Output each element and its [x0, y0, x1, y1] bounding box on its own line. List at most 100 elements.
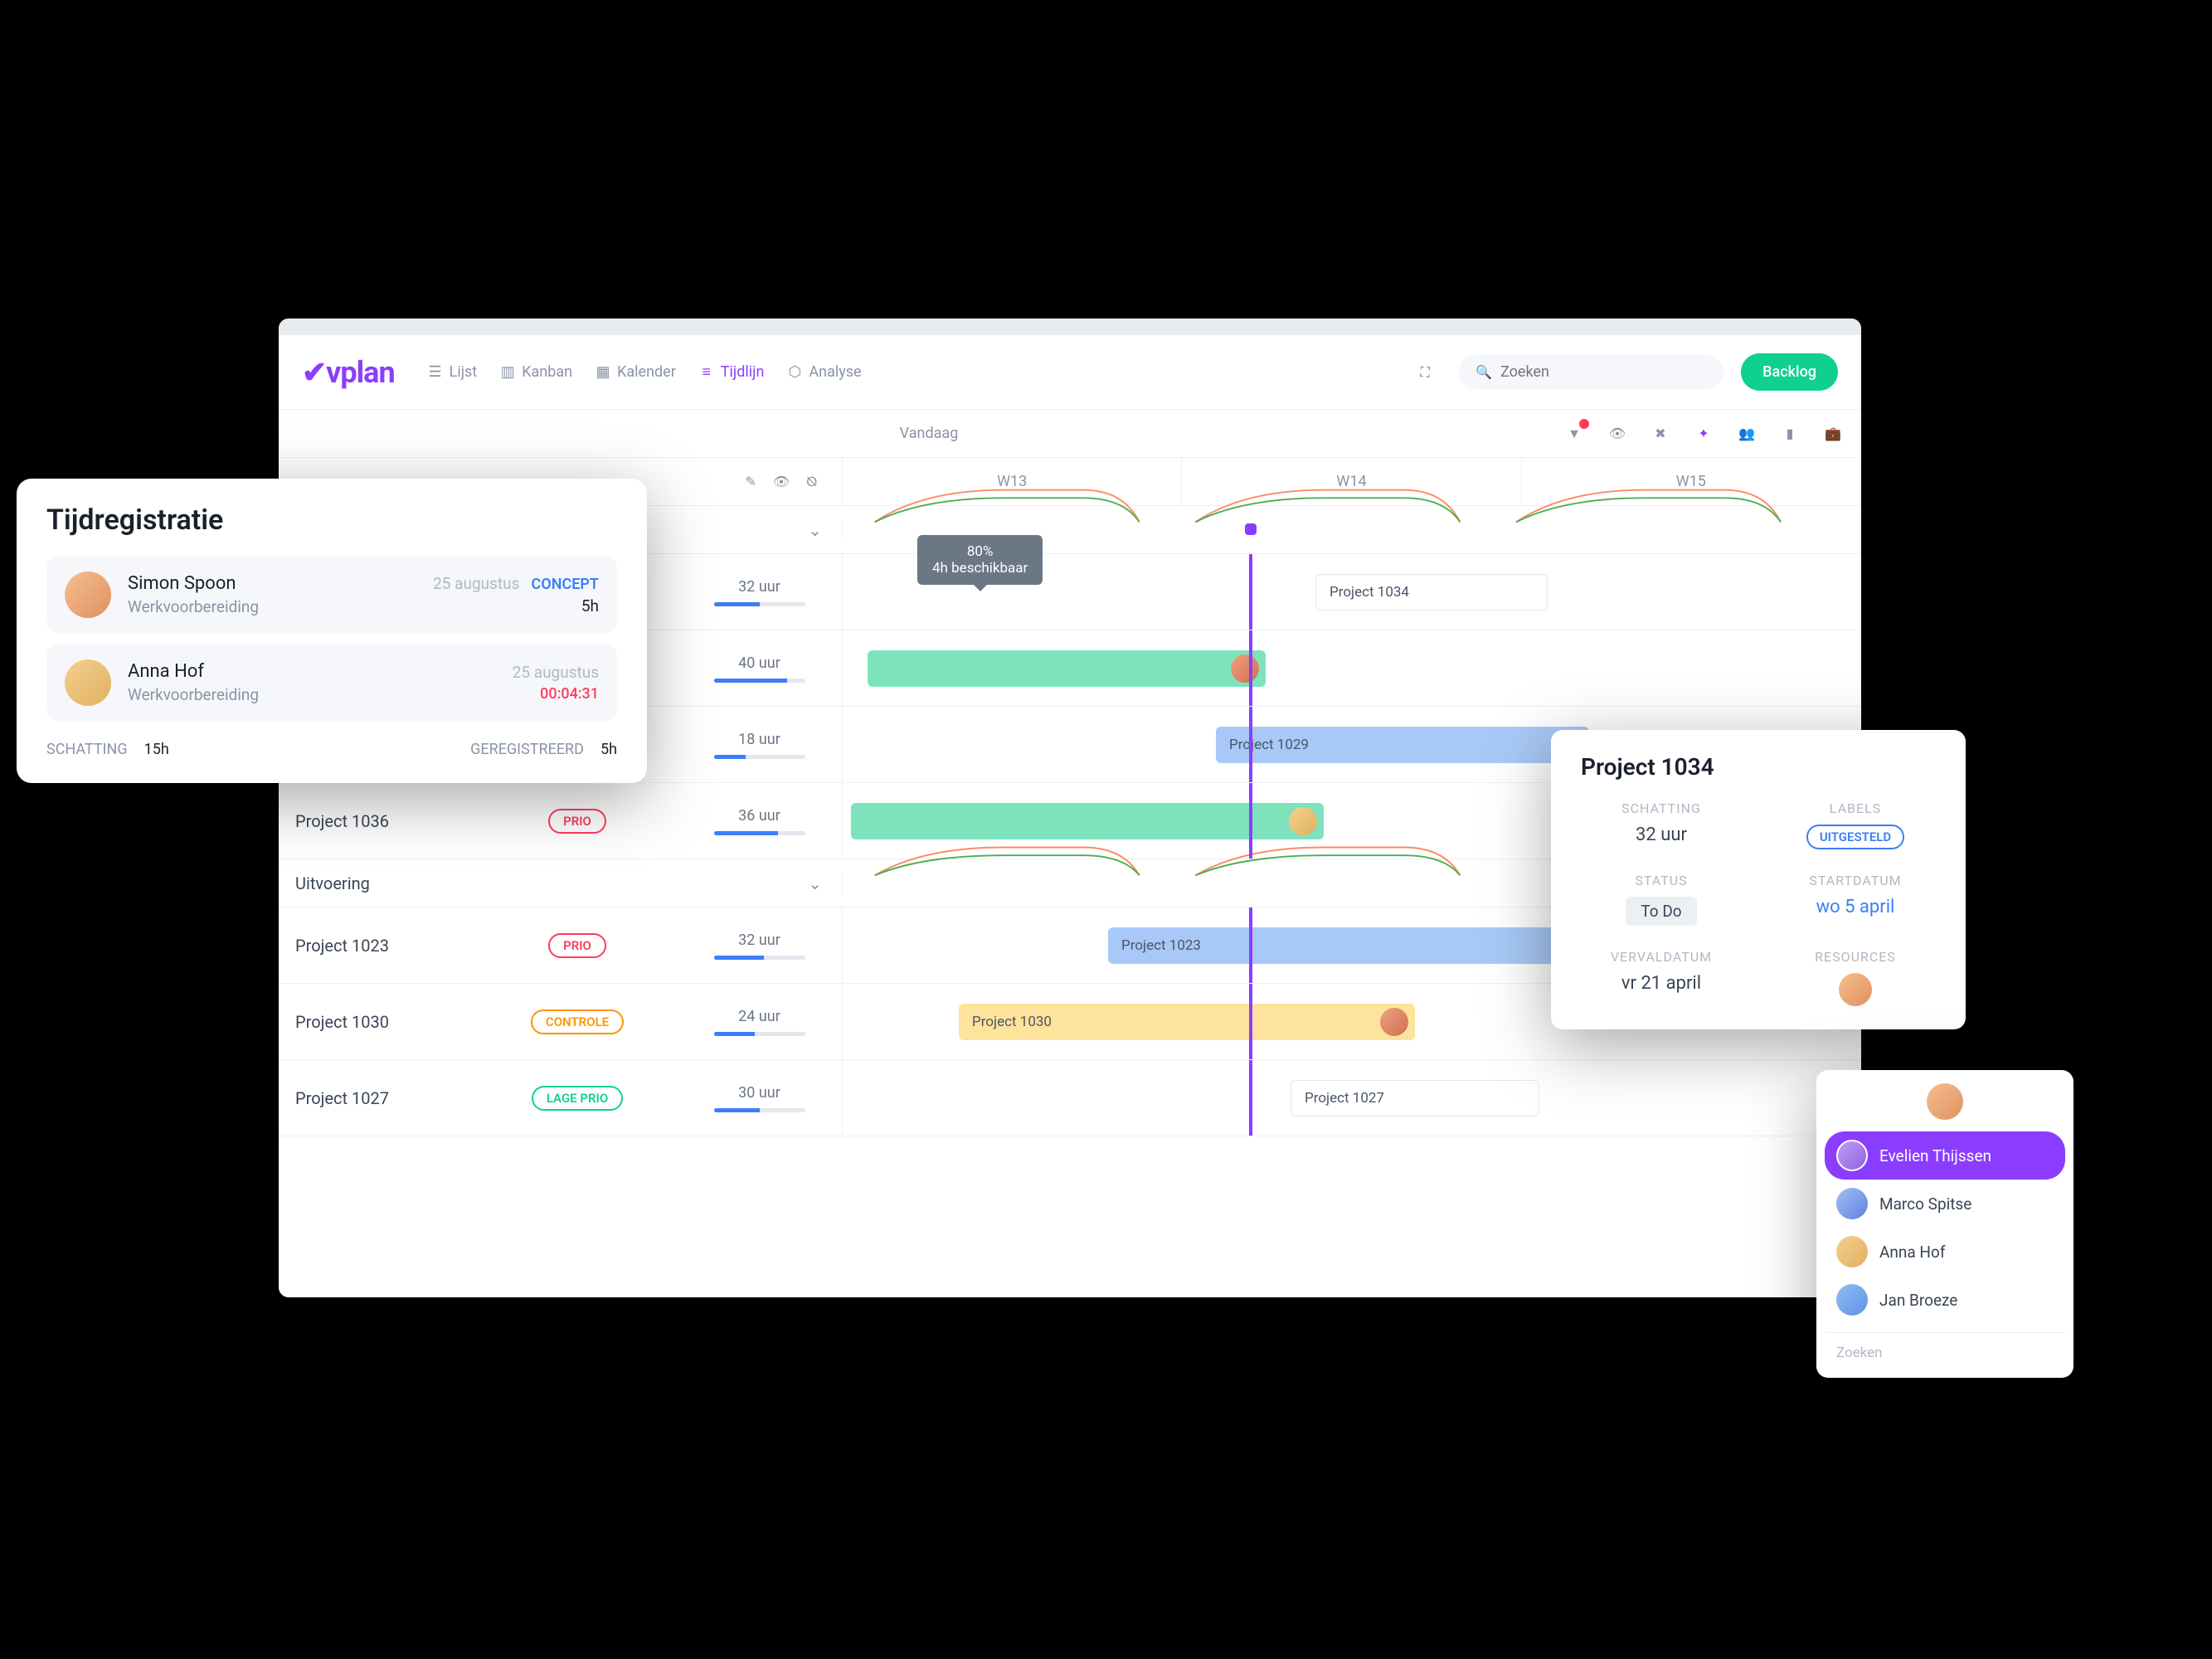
footer-estimate-value: 15h	[144, 741, 169, 758]
resource-avatar	[1289, 807, 1317, 835]
estimate-value: 32 uur	[738, 932, 780, 949]
picker-item[interactable]: Jan Broeze	[1825, 1276, 2065, 1324]
user-avatar	[65, 572, 111, 618]
tab-kanban[interactable]: ▥Kanban	[500, 363, 572, 381]
project-tag: PRIO	[548, 809, 606, 834]
briefcase-icon: 💼	[1825, 426, 1841, 441]
footer-registered-value: 5h	[600, 741, 617, 758]
expand-button[interactable]: ⛶	[1407, 355, 1442, 390]
picker-search[interactable]: Zoeken	[1825, 1332, 2065, 1365]
calendar-icon: ▦	[596, 365, 610, 380]
collapse-toggle[interactable]: ⌄	[808, 520, 822, 540]
tooltip-available: 4h beschikbaar	[932, 560, 1028, 577]
picker-item[interactable]: Anna Hof	[1825, 1228, 2065, 1276]
estimate-value: 32 uur	[738, 578, 780, 596]
detail-estimate-label: SCHATTING	[1581, 800, 1742, 816]
picker-item[interactable]: Marco Spitse	[1825, 1180, 2065, 1228]
chart-icon: ⬡	[787, 365, 802, 380]
user-avatar	[65, 659, 111, 706]
today-indicator	[1249, 554, 1252, 630]
gantt-bar-p1034[interactable]: Project 1034	[1315, 574, 1548, 611]
tab-lijst[interactable]: ☰Lijst	[428, 363, 478, 381]
filter-button[interactable]: ▼	[1563, 422, 1586, 445]
app-logo[interactable]: ✔vplan	[302, 355, 395, 390]
gantt-bar-p1029[interactable]: Project 1029	[1216, 727, 1589, 763]
gantt-bar-p1023[interactable]: Project 1023	[1108, 927, 1589, 964]
availability-tooltip: 80% 4h beschikbaar	[917, 535, 1043, 585]
entry-date: 25 augustus	[513, 663, 599, 682]
project-tag: PRIO	[548, 933, 606, 958]
archive-button[interactable]: ▮	[1778, 422, 1801, 445]
detail-status-label: STATUS	[1581, 873, 1742, 888]
gantt-bar[interactable]	[851, 803, 1324, 839]
detail-resources-label: RESOURCES	[1775, 949, 1936, 965]
puzzle-button[interactable]: ✦	[1692, 422, 1715, 445]
table-row: Project 1027 LAGE PRIO 30 uur Project 10…	[279, 1060, 1861, 1136]
puzzle-icon: ✦	[1698, 426, 1709, 441]
time-footer: SCHATTING 15h GEREGISTREERD 5h	[46, 732, 617, 758]
today-indicator	[1249, 707, 1252, 782]
detail-status-value[interactable]: To Do	[1626, 897, 1696, 926]
footer-estimate-label: SCHATTING	[46, 741, 128, 758]
estimate-value: 40 uur	[738, 654, 780, 672]
estimate-value: 30 uur	[738, 1084, 780, 1102]
today-label[interactable]: Vandaag	[295, 425, 1563, 442]
gantt-bar[interactable]	[868, 650, 1266, 687]
tab-kalender[interactable]: ▦Kalender	[596, 363, 676, 381]
briefcase-button[interactable]: 💼	[1821, 422, 1845, 445]
picker-name: Evelien Thijssen	[1879, 1146, 1991, 1165]
user-activity: Werkvoorbereiding	[128, 597, 416, 616]
selected-resource-avatar	[1927, 1083, 1963, 1120]
window-titlebar	[279, 319, 1861, 335]
resource-avatar	[1231, 654, 1259, 683]
project-name[interactable]: Project 1036	[279, 811, 478, 831]
people-button[interactable]: 👥	[1735, 422, 1758, 445]
detail-duedate-label: VERVALDATUM	[1581, 949, 1742, 965]
tab-tijdlijn[interactable]: ≡ Tijdlijn	[699, 363, 765, 381]
section-title: Uitvoering	[295, 873, 370, 893]
logo-text: vplan	[326, 355, 394, 390]
gantt-bar-p1027[interactable]: Project 1027	[1291, 1080, 1539, 1117]
hide-button[interactable]: ⦰	[806, 474, 817, 490]
tab-analyse[interactable]: ⬡Analyse	[787, 363, 861, 381]
expand-icon: ⛶	[1421, 364, 1430, 381]
footer-registered-label: GEREGISTREERD	[470, 741, 584, 758]
eye-icon: 👁	[1609, 426, 1626, 441]
subheader: Vandaag ▼ 👁 ✖ ✦ 👥 ▮ 💼	[279, 410, 1861, 458]
tab-label: Tijdlijn	[721, 363, 765, 381]
detail-duedate-value: vr 21 april	[1581, 973, 1742, 994]
user-name: Anna Hof	[128, 661, 496, 682]
list-icon: ☰	[428, 365, 443, 380]
search-box[interactable]: 🔍	[1459, 355, 1724, 389]
entry-date: 25 augustus	[433, 574, 519, 593]
user-name: Simon Spoon	[128, 573, 416, 594]
detail-labels-label: LABELS	[1775, 800, 1936, 816]
timeline-icon: ≡	[699, 365, 714, 380]
project-name[interactable]: Project 1027	[279, 1088, 478, 1108]
time-entry[interactable]: Anna Hof Werkvoorbereiding 25 augustus 0…	[46, 645, 617, 721]
trash-icon: ▮	[1787, 426, 1794, 441]
backlog-button[interactable]: Backlog	[1741, 353, 1838, 391]
kanban-icon: ▥	[500, 365, 515, 380]
collapse-toggle[interactable]: ⌄	[808, 873, 822, 893]
picker-item[interactable]: Evelien Thijssen	[1825, 1131, 2065, 1180]
gantt-bar-p1030[interactable]: Project 1030	[959, 1004, 1415, 1040]
detail-startdate-label: STARTDATUM	[1775, 873, 1936, 888]
detail-startdate-value[interactable]: wo 5 april	[1775, 897, 1936, 917]
project-name[interactable]: Project 1030	[279, 1012, 478, 1032]
edit-button[interactable]: ✎	[745, 474, 756, 489]
estimate-value: 36 uur	[738, 807, 780, 825]
project-name[interactable]: Project 1023	[279, 936, 478, 956]
time-entry[interactable]: Simon Spoon Werkvoorbereiding 25 augustu…	[46, 557, 617, 633]
detail-label-badge[interactable]: UITGESTELD	[1806, 825, 1904, 849]
visibility-button[interactable]: 👁	[1606, 422, 1629, 445]
picker-name: Jan Broeze	[1879, 1291, 1957, 1310]
view-button[interactable]: 👁	[773, 474, 790, 489]
wrench-icon: ✖	[1655, 426, 1665, 441]
search-input[interactable]	[1500, 363, 1708, 381]
estimate-value: 24 uur	[738, 1008, 780, 1025]
detail-resource-avatar[interactable]	[1839, 973, 1872, 1006]
today-indicator	[1249, 1060, 1252, 1136]
view-tabs: ☰Lijst ▥Kanban ▦Kalender ≡ Tijdlijn ⬡Anal…	[428, 363, 862, 381]
tools-button[interactable]: ✖	[1649, 422, 1672, 445]
